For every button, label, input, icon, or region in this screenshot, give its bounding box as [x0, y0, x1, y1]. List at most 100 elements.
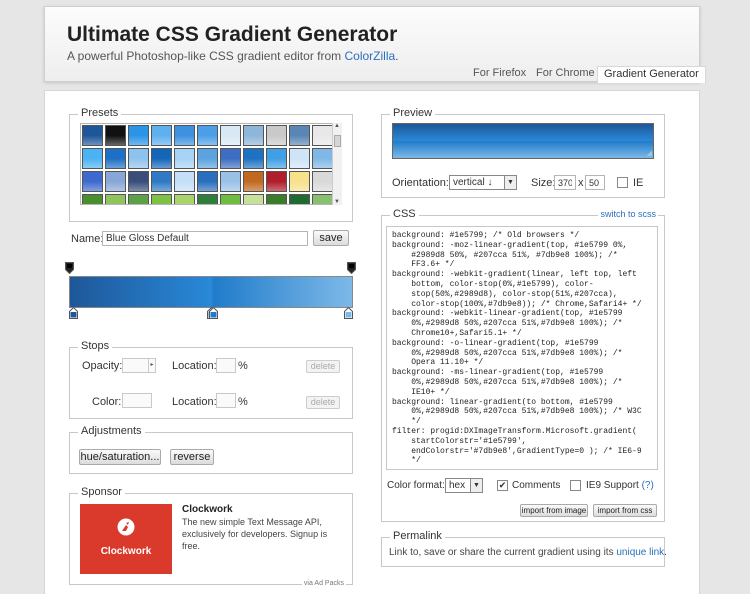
unique-link[interactable]: unique link [616, 547, 664, 558]
preset-swatch[interactable] [289, 171, 310, 192]
color-delete-button[interactable]: delete [306, 396, 340, 409]
preset-swatch[interactable] [243, 194, 264, 204]
resize-grip-icon[interactable]: ◢ [647, 149, 652, 157]
save-button[interactable]: save [313, 230, 349, 246]
preset-swatch[interactable] [266, 125, 287, 146]
color-stop-marker[interactable] [69, 306, 78, 319]
preset-swatch[interactable] [243, 171, 264, 192]
scroll-down-icon[interactable]: ▼ [334, 199, 340, 205]
tab-for-chrome[interactable]: For Chrome [530, 66, 601, 83]
css-code-line: #2989d8 50%, #207cca 51%, #7db9e8 100%);… [392, 250, 618, 260]
preset-swatch[interactable] [312, 125, 333, 146]
opacity-stop-right[interactable] [347, 262, 356, 275]
preset-swatch[interactable] [289, 125, 310, 146]
preset-swatch[interactable] [151, 194, 172, 204]
width-input[interactable] [554, 175, 576, 190]
chevron-down-icon: ▼ [504, 176, 516, 189]
tab-gradient-generator[interactable]: Gradient Generator [597, 66, 706, 83]
preset-swatch[interactable] [174, 171, 195, 192]
preset-swatch[interactable] [105, 171, 126, 192]
color-percent: % [238, 396, 248, 408]
preset-swatch[interactable] [128, 194, 149, 204]
color-stop-marker[interactable] [209, 306, 218, 319]
opacity-input[interactable]: ▸ [122, 358, 156, 373]
ie9-support-checkbox[interactable] [570, 480, 581, 491]
height-input[interactable] [585, 175, 605, 190]
opacity-stop-icon[interactable] [347, 262, 356, 275]
sponsor-ad-image[interactable]: Clockwork [80, 504, 172, 574]
scroll-up-icon[interactable]: ▲ [334, 123, 340, 129]
preset-swatch[interactable] [151, 148, 172, 169]
preset-swatch[interactable] [289, 148, 310, 169]
preset-swatch[interactable] [266, 194, 287, 204]
preset-swatch[interactable] [128, 148, 149, 169]
preset-swatch[interactable] [151, 125, 172, 146]
name-label: Name: [71, 233, 104, 245]
preset-swatch[interactable] [266, 171, 287, 192]
subtitle-text: A powerful Photoshop-like CSS gradient e… [67, 49, 345, 63]
sponsor-title[interactable]: Clockwork [182, 504, 233, 515]
preset-swatch[interactable] [266, 148, 287, 169]
color-location-input[interactable] [216, 393, 236, 408]
opacity-delete-button[interactable]: delete [306, 360, 340, 373]
tab-for-firefox[interactable]: For Firefox [467, 66, 532, 83]
subtitle-period: . [395, 49, 399, 63]
preset-swatch[interactable] [82, 125, 103, 146]
preset-swatch[interactable] [151, 171, 172, 192]
opacity-location-input[interactable] [216, 358, 236, 373]
preset-swatch[interactable] [220, 194, 241, 204]
hue-saturation-button[interactable]: hue/saturation... [79, 449, 161, 465]
reverse-button[interactable]: reverse [170, 449, 214, 465]
preset-swatch[interactable] [243, 148, 264, 169]
ie9-help-link[interactable]: (?) [642, 480, 654, 491]
orientation-select[interactable]: vertical ↓ ▼ [449, 175, 517, 190]
css-code-line: background: -moz-linear-gradient(top, #1… [392, 240, 628, 250]
name-input[interactable] [102, 231, 308, 246]
preset-swatch[interactable] [220, 171, 241, 192]
preset-swatch[interactable] [128, 171, 149, 192]
css-panel: CSS switch to scss background: #1e5799; … [381, 208, 665, 522]
preset-swatch[interactable] [289, 194, 310, 204]
color-swatch-input[interactable] [122, 393, 152, 408]
opacity-stop-icon[interactable] [65, 262, 74, 275]
preset-swatch[interactable] [105, 125, 126, 146]
switch-to-scss-link[interactable]: switch to scss [598, 209, 658, 219]
page-title: Ultimate CSS Gradient Generator [67, 23, 398, 46]
preset-swatch[interactable] [220, 148, 241, 169]
sponsor-via[interactable]: via Ad Packs [301, 580, 346, 587]
comments-checkbox[interactable]: ✔ [497, 480, 508, 491]
preset-swatch[interactable] [197, 125, 218, 146]
scroll-thumb[interactable] [334, 135, 341, 147]
presets-scrollbar[interactable]: ▲ ▼ [332, 123, 342, 205]
sponsor-panel: Sponsor Clockwork Clockwork The new simp… [69, 486, 353, 587]
preset-swatch[interactable] [243, 125, 264, 146]
preset-swatch[interactable] [82, 194, 103, 204]
preset-swatch[interactable] [312, 148, 333, 169]
preset-swatch[interactable] [174, 148, 195, 169]
color-format-select[interactable]: hex ▼ [445, 478, 483, 493]
preset-swatch[interactable] [105, 194, 126, 204]
import-from-css-button[interactable]: import from css [593, 504, 657, 517]
opacity-spinner-icon[interactable]: ▸ [148, 359, 155, 372]
preset-swatch[interactable] [220, 125, 241, 146]
opacity-stop-left[interactable] [65, 262, 74, 275]
preset-swatch[interactable] [174, 125, 195, 146]
preset-swatch[interactable] [197, 171, 218, 192]
gradient-bar[interactable] [69, 276, 353, 308]
css-code-output[interactable]: background: #1e5799; /* Old browsers */b… [386, 226, 658, 470]
preset-swatch[interactable] [174, 194, 195, 204]
preset-swatch[interactable] [312, 194, 333, 204]
preset-swatch[interactable] [105, 148, 126, 169]
preset-swatch[interactable] [312, 171, 333, 192]
preset-swatch[interactable] [197, 148, 218, 169]
preset-swatch[interactable] [128, 125, 149, 146]
preset-swatch[interactable] [197, 194, 218, 204]
css-legend: CSS [390, 208, 419, 220]
ie-checkbox[interactable] [617, 177, 628, 188]
color-stop-marker[interactable] [344, 306, 353, 319]
preset-swatch[interactable] [82, 148, 103, 169]
colorzilla-link[interactable]: ColorZilla [344, 49, 395, 63]
import-from-image-button[interactable]: import from image [520, 504, 588, 517]
css-code-line: bottom, color-stop(0%,#1e5799), color- [392, 279, 594, 289]
preset-swatch[interactable] [82, 171, 103, 192]
